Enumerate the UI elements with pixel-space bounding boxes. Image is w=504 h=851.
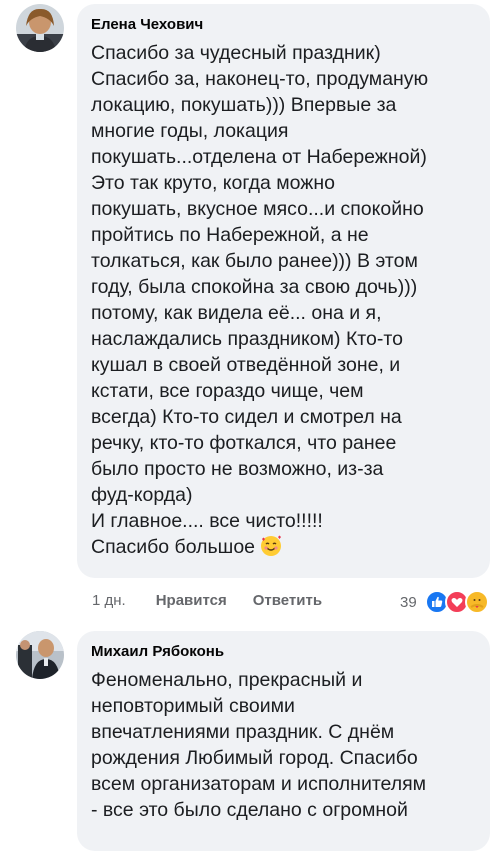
avatar-mikhail[interactable] — [16, 631, 64, 679]
comment-author[interactable]: Елена Чехович — [91, 16, 476, 34]
comment-timestamp[interactable]: 1 дн. — [92, 592, 126, 609]
reaction-count: 39 — [400, 593, 417, 611]
comment-last-line: Спасибо большое — [91, 534, 476, 564]
comment-line: наслаждались праздником) Кто-то — [91, 328, 403, 350]
comment-text: Спасибо за чудесный праздник) Спасибо за… — [91, 40, 476, 564]
comment-line: кушал в своей отведённой зоне, и — [91, 354, 401, 376]
comment-line: И главное.... все чисто!!!!! — [91, 510, 323, 532]
comment-line: было просто не возможно, из-за — [91, 458, 384, 480]
reactions-summary[interactable]: 39 — [400, 590, 489, 614]
comment-line: Спасибо за, наконец-то, продуманую — [91, 68, 429, 90]
comment-line: многие годы, локация — [91, 120, 289, 142]
comment-line: году, была спокойна за свою дочь))) — [91, 276, 418, 298]
comment-line: всегда) Кто-то сидел и смотрел на — [91, 406, 402, 428]
comment-actions: 1 дн. Нравится Ответить — [92, 592, 322, 609]
comment-line: впечатлениями праздник. С днём — [91, 721, 395, 743]
comment-line: потому, как видела её... она и я, — [91, 302, 382, 324]
comment-line: рождения Любимый город. Спасибо — [91, 747, 418, 769]
comment-line: неповторимый своими — [91, 695, 295, 717]
comment-line-text: Спасибо большое — [91, 536, 256, 558]
comment-line: покушать, вкусное мясо...и спокойно — [91, 198, 424, 220]
smiling-face-with-hearts-icon — [260, 535, 282, 564]
comment-line: толкаться, как было ранее))) В этом — [91, 250, 418, 272]
comment-text: Феноменально, прекрасный и неповторимый … — [91, 667, 476, 823]
comment-line: пройтись по Набережной, а не — [91, 224, 369, 246]
comment-bubble: Елена Чехович Спасибо за чудесный праздн… — [77, 4, 490, 578]
like-button[interactable]: Нравится — [156, 592, 227, 609]
comment-line: Спасибо за чудесный праздник) — [91, 42, 381, 64]
avatar-elena[interactable] — [16, 4, 64, 52]
comment-line: Это так круто, когда можно — [91, 172, 335, 194]
comment-line: Феноменально, прекрасный и — [91, 669, 363, 691]
comment-line: всем организаторам и исполнителям — [91, 773, 427, 795]
comment-bubble: Михаил Рябоконь Феноменально, прекрасный… — [77, 631, 490, 851]
comment-line: покушать...отделена от Набережной) — [91, 146, 427, 168]
care-reaction-icon — [464, 590, 489, 614]
comment-line: речку, кто-то фоткался, что ранее — [91, 432, 397, 454]
comment-line: локацию, покушать))) Впервые за — [91, 94, 397, 116]
comment-line: фуд-корда) — [91, 484, 193, 506]
comment-line: - все это было сделано с огромной — [91, 799, 408, 821]
comment-author[interactable]: Михаил Рябоконь — [91, 643, 476, 661]
reply-button[interactable]: Ответить — [253, 592, 322, 609]
comment-line: кстати, все гораздо чище, чем — [91, 380, 364, 402]
